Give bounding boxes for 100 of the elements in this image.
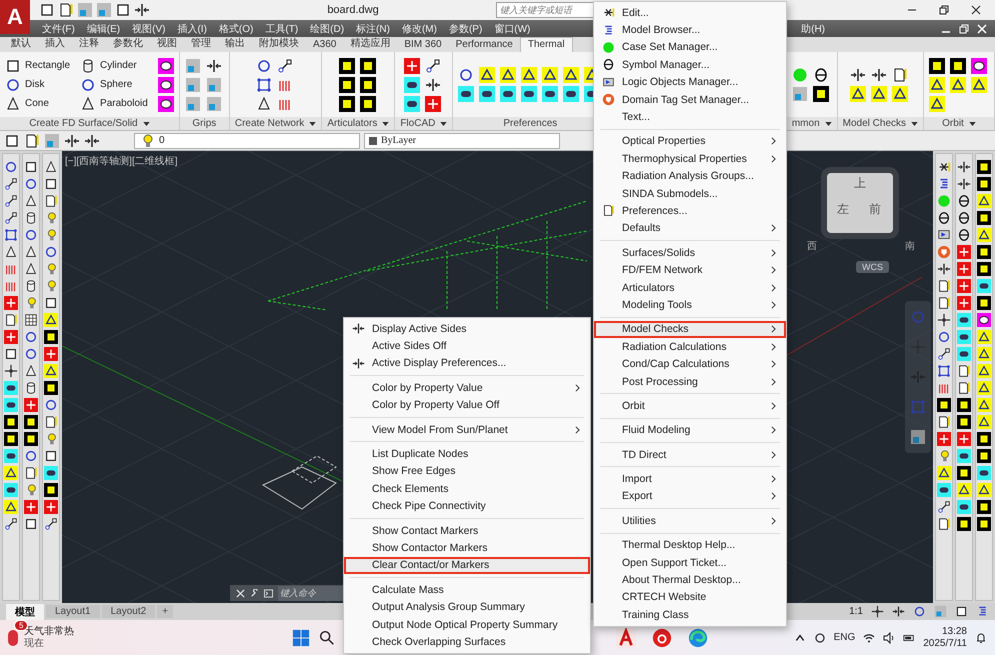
symbol-tile-icon[interactable] xyxy=(360,76,376,92)
menu-item[interactable]: Utilities xyxy=(594,512,786,530)
symbol-tile-icon[interactable] xyxy=(977,398,991,412)
panel-title[interactable]: FloCAD xyxy=(395,117,452,130)
symbol-tile-icon[interactable] xyxy=(957,466,971,480)
square-tile-icon[interactable] xyxy=(77,2,93,18)
node-link-icon[interactable] xyxy=(4,517,18,531)
document-icon[interactable] xyxy=(957,381,971,395)
symbol-tile-icon[interactable] xyxy=(957,398,971,412)
menu-item[interactable]: Fluid Modeling xyxy=(594,422,786,439)
symbol-tile-icon[interactable] xyxy=(24,415,38,429)
cone-icon[interactable] xyxy=(4,245,18,259)
menu-item[interactable]: Show Contact Markers xyxy=(344,522,590,540)
symbol-tile-icon[interactable] xyxy=(957,279,971,293)
arrows-bar-icon[interactable] xyxy=(957,160,971,174)
cone-icon[interactable] xyxy=(24,245,38,259)
symbol-tile-icon[interactable] xyxy=(977,466,991,480)
app-logo-button[interactable]: A xyxy=(0,0,30,34)
chevron-up-icon[interactable] xyxy=(794,632,806,644)
symbol-tile-icon[interactable] xyxy=(521,86,538,102)
document-icon[interactable] xyxy=(24,466,38,480)
arrows-bar-icon[interactable] xyxy=(84,132,100,148)
menu-item[interactable]: Post Processing xyxy=(594,372,786,390)
cone-icon[interactable] xyxy=(24,262,38,276)
symbol-tile-icon[interactable] xyxy=(4,381,18,395)
symbol-tile-icon[interactable] xyxy=(158,96,174,112)
symbol-tile-icon[interactable] xyxy=(977,177,991,191)
square-tile-icon[interactable] xyxy=(184,58,201,74)
square-icon[interactable] xyxy=(39,2,55,18)
document-icon[interactable] xyxy=(957,364,971,378)
symbol-tile-icon[interactable] xyxy=(542,67,558,83)
menu-item[interactable]: View Model From Sun/Planet xyxy=(344,420,590,438)
symbol-tile-icon[interactable] xyxy=(479,86,496,102)
panel-title[interactable]: Create FD Surface/Solid xyxy=(0,117,179,130)
symbol-tile-icon[interactable] xyxy=(937,398,951,412)
language-indicator[interactable]: ENG xyxy=(834,632,856,643)
windows-logo-icon[interactable] xyxy=(292,628,310,646)
symbol-tile-icon[interactable] xyxy=(404,96,420,112)
symbol-tile-icon[interactable] xyxy=(977,449,991,463)
theta-icon[interactable] xyxy=(937,211,951,225)
close-icon[interactable] xyxy=(971,5,981,15)
arrows-bar-icon[interactable] xyxy=(206,58,222,74)
symbol-tile-icon[interactable] xyxy=(563,86,580,102)
panel-title[interactable]: Grips xyxy=(180,117,229,130)
symbol-tile-icon[interactable] xyxy=(977,500,991,514)
circle-icon[interactable] xyxy=(256,58,272,74)
node-frame-icon[interactable] xyxy=(256,76,272,92)
panel-title[interactable]: Orbit xyxy=(924,117,994,130)
symbol-tile-icon[interactable] xyxy=(929,96,945,112)
weather-note[interactable]: 现在 xyxy=(24,638,74,650)
symbol-tile-icon[interactable] xyxy=(44,500,58,514)
panel-title[interactable]: Create Network xyxy=(230,117,322,130)
symbol-tile-icon[interactable] xyxy=(957,313,971,327)
symbol-tile-icon[interactable] xyxy=(44,313,58,327)
symbol-tile-icon[interactable] xyxy=(338,96,355,112)
menu-item[interactable]: Optical Properties xyxy=(594,132,786,150)
circle-icon[interactable] xyxy=(24,228,38,242)
node-link-icon[interactable] xyxy=(4,177,18,191)
square-tile-icon[interactable] xyxy=(934,605,947,618)
ribbon-button[interactable]: Paraboloid xyxy=(80,96,152,112)
menu-item[interactable]: Check Overlapping Surfaces xyxy=(344,633,590,651)
circle-icon[interactable] xyxy=(4,160,18,174)
circle-icon[interactable] xyxy=(24,330,38,344)
symbol-tile-icon[interactable] xyxy=(937,483,951,497)
symbol-tile-icon[interactable] xyxy=(4,296,18,310)
symbol-tile-icon[interactable] xyxy=(977,228,991,242)
square-icon[interactable] xyxy=(955,605,968,618)
symbol-tile-icon[interactable] xyxy=(24,500,38,514)
menu-item[interactable]: FD/FEM Network xyxy=(594,261,786,279)
document-icon[interactable] xyxy=(58,2,74,18)
circle-icon[interactable] xyxy=(24,449,38,463)
ribbon-button[interactable]: Rectangle xyxy=(5,58,74,74)
layer-dropdown[interactable]: 0 xyxy=(134,132,360,148)
menu-item[interactable]: List Duplicate Nodes xyxy=(344,445,590,463)
ribbon-tab[interactable]: BIM 360 xyxy=(397,38,449,52)
theta-icon[interactable] xyxy=(813,67,830,83)
move-arrows-icon[interactable] xyxy=(937,313,951,327)
arrows-bar-icon[interactable] xyxy=(892,605,905,618)
speaker-icon[interactable] xyxy=(883,632,896,644)
symbol-tile-icon[interactable] xyxy=(458,86,474,102)
cone-icon[interactable] xyxy=(24,194,38,208)
menu-item[interactable]: CRTECH Website xyxy=(594,588,786,606)
node-link-icon[interactable] xyxy=(4,194,18,208)
menu-item[interactable]: Clear Contact/or Markers xyxy=(344,556,590,574)
cone-icon[interactable] xyxy=(44,160,58,174)
ribbon-button[interactable]: Cylinder xyxy=(80,58,152,74)
symbol-tile-icon[interactable] xyxy=(957,347,971,361)
symbol-tile-icon[interactable] xyxy=(957,500,971,514)
symbol-tile-icon[interactable] xyxy=(4,466,18,480)
square-icon[interactable] xyxy=(4,132,20,148)
symbol-tile-icon[interactable] xyxy=(44,330,58,344)
symbol-tile-icon[interactable] xyxy=(404,76,420,92)
symbol-tile-icon[interactable] xyxy=(977,194,991,208)
ribbon-tab[interactable]: 参数化 xyxy=(106,35,150,52)
square-icon[interactable] xyxy=(44,296,58,310)
menu-item[interactable]: Active Sides Off xyxy=(344,337,590,355)
menu-bar-item[interactable]: 窗口(W) xyxy=(488,22,536,36)
square-icon[interactable] xyxy=(115,2,131,18)
menu-item[interactable]: Preferences... xyxy=(594,202,786,220)
symbol-tile-icon[interactable] xyxy=(977,381,991,395)
